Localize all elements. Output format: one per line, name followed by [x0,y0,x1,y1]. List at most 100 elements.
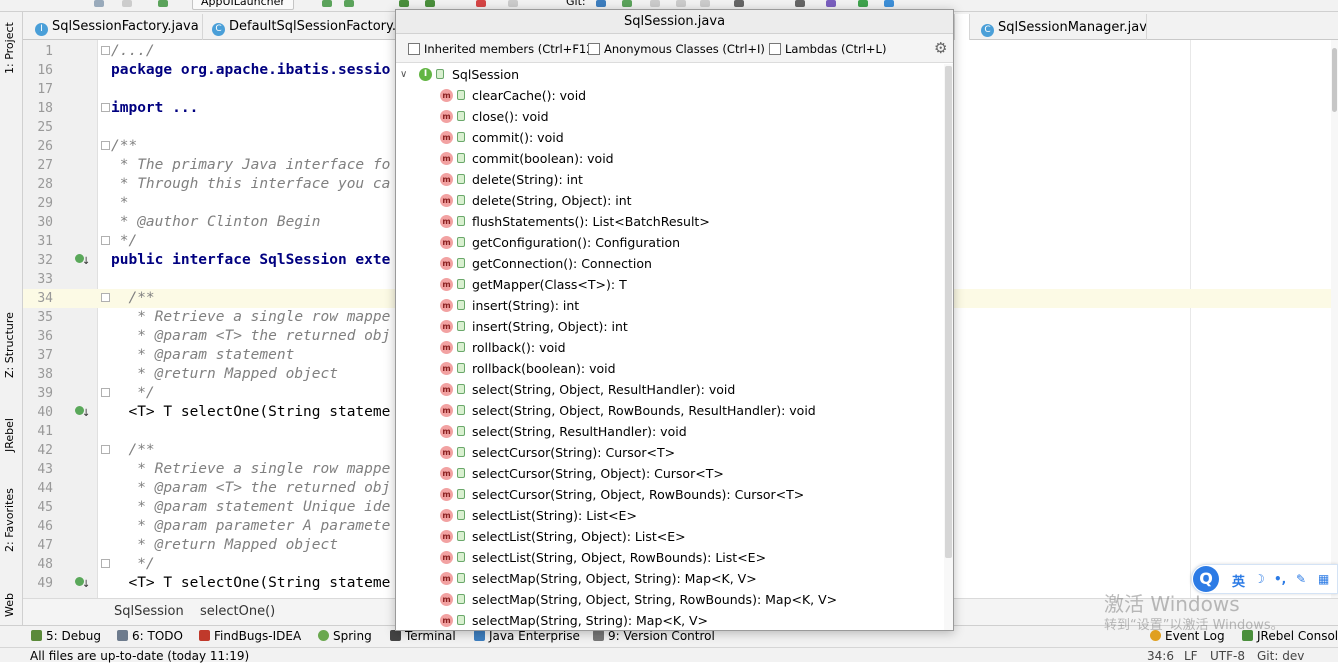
debug-tool-button[interactable]: 5: Debug [31,626,101,647]
tree-method-item[interactable]: m commit(): void [396,127,944,148]
public-access-icon [457,237,465,247]
line-number: 45 [37,500,53,515]
code-text: <T> T selectOne(String stateme [111,575,391,591]
tree-method-item[interactable]: m getConnection(): Connection [396,253,944,274]
tree-method-item[interactable]: m delete(String): int [396,169,944,190]
chevron-down-icon[interactable]: ∨ [400,64,407,85]
tab-sqlsessionfactory[interactable]: I SqlSessionFactory.java [27,14,203,40]
tree-method-item[interactable]: m close(): void [396,106,944,127]
punctuation-icon[interactable]: •, [1274,572,1286,586]
tree-method-item[interactable]: m getConfiguration(): Configuration [396,232,944,253]
breadcrumb-item-method[interactable]: selectOne() [200,599,275,625]
anonymous-classes-checkbox[interactable]: Anonymous Classes (Ctrl+I) [588,42,765,56]
fold-toggle-icon[interactable] [101,445,110,454]
git-history-icon[interactable] [676,0,686,7]
tree-method-item[interactable]: m selectMap(String, Object, String, RowBo… [396,589,944,610]
fold-toggle-icon[interactable] [101,103,110,112]
edit-config-icon[interactable] [734,0,744,7]
tree-method-item[interactable]: m select(String, ResultHandler): void [396,421,944,442]
line-number: 48 [37,557,53,572]
jrebel-debug-icon[interactable] [425,0,435,7]
checkbox-box[interactable] [408,43,420,55]
implemented-method-icon[interactable]: ↓ [75,254,90,267]
checkbox-box[interactable] [769,43,781,55]
scrollbar-thumb[interactable] [1332,48,1337,112]
method-icon: m [440,257,453,270]
fold-toggle-icon[interactable] [101,388,110,397]
coverage-icon[interactable] [508,0,518,7]
public-access-icon [457,363,465,373]
build-icon[interactable] [158,0,168,7]
tree-method-item[interactable]: m selectCursor(String, Object, RowBounds)… [396,484,944,505]
tree-method-item[interactable]: m selectCursor(String, Object): Cursor<T> [396,463,944,484]
scrollbar-thumb[interactable] [945,66,952,558]
editor-scrollbar[interactable] [1331,40,1338,598]
tree-method-item[interactable]: m rollback(): void [396,337,944,358]
moon-icon[interactable]: ☽ [1254,572,1266,586]
run-icon[interactable] [322,0,332,7]
public-access-icon [457,552,465,562]
gear-icon[interactable]: ⚙ [934,39,947,57]
tab-defaultsqlsessionfactory[interactable]: C DefaultSqlSessionFactory.java [204,14,396,40]
git-revert-icon[interactable] [700,0,710,7]
fold-toggle-icon[interactable] [101,141,110,150]
fold-toggle-icon[interactable] [101,559,110,568]
back-icon[interactable] [94,0,104,7]
structure-icon[interactable] [795,0,805,7]
implemented-method-icon[interactable]: ↓ [75,406,90,419]
tree-method-item[interactable]: m rollback(boolean): void [396,358,944,379]
ime-mode[interactable]: 英 [1232,571,1245,590]
fold-toggle-icon[interactable] [101,236,110,245]
line-number: 47 [37,538,53,553]
inherited-members-checkbox[interactable]: Inherited members (Ctrl+F12) [408,42,598,56]
tab-sqlsessionmanager[interactable]: CSqlSessionManager.java× [973,14,1147,40]
spring-tool-button[interactable]: Spring [318,626,372,647]
tab-sqlsession-active[interactable] [954,14,970,40]
git-push-icon[interactable] [650,0,660,7]
tree-method-item[interactable]: m selectMap(String, Object, String): Map<… [396,568,944,589]
tree-method-item[interactable]: m flushStatements(): List<BatchResult> [396,211,944,232]
ime-toolbar[interactable]: Q 英 ☽ •, ✎ ▦ [1191,564,1338,594]
jrebel-run-icon[interactable] [399,0,409,7]
git-update-icon[interactable] [596,0,606,7]
tree-method-item[interactable]: m selectCursor(String): Cursor<T> [396,442,944,463]
checkbox-box[interactable] [588,43,600,55]
line-number: 29 [37,196,53,211]
tree-method-item[interactable]: m selectMap(String, String): Map<K, V> [396,610,944,630]
toolbox-icon[interactable]: ▦ [1318,572,1330,586]
tree-method-item[interactable]: m clearCache(): void [396,85,944,106]
tree-method-item[interactable]: m select(String, Object, RowBounds, Resul… [396,400,944,421]
todo-tool-button[interactable]: 6: TODO [117,626,183,647]
profile-icon[interactable] [826,0,836,7]
tree-root-interface[interactable]: ∨ I SqlSession [396,64,944,85]
findbugs-tool-button[interactable]: FindBugs-IDEA [199,626,301,647]
lambdas-checkbox[interactable]: Lambdas (Ctrl+L) [769,42,886,56]
run-config-select[interactable]: AppUILauncher [192,0,294,10]
git-commit-icon[interactable] [622,0,632,7]
plugin-icon[interactable] [858,0,868,7]
tree-method-item[interactable]: m selectList(String, Object): List<E> [396,526,944,547]
method-signature: getConnection(): Connection [472,256,652,271]
sync-icon[interactable] [884,0,894,7]
tree-method-item[interactable]: m getMapper(Class<T>): T [396,274,944,295]
tree-method-item[interactable]: m insert(String): int [396,295,944,316]
line-number: 46 [37,519,53,534]
method-signature: selectCursor(String, Object, RowBounds):… [472,487,805,502]
popup-scrollbar[interactable] [944,64,953,630]
tree-method-item[interactable]: m insert(String, Object): int [396,316,944,337]
tree-method-item[interactable]: m select(String, Object, ResultHandler): … [396,379,944,400]
tree-method-item[interactable]: m commit(boolean): void [396,148,944,169]
forward-icon[interactable] [122,0,132,7]
fold-toggle-icon[interactable] [101,293,110,302]
tree-method-item[interactable]: m delete(String, Object): int [396,190,944,211]
settings-wrench-icon[interactable]: ✎ [1296,572,1308,586]
tree-method-item[interactable]: m selectList(String): List<E> [396,505,944,526]
stop-icon[interactable] [476,0,486,7]
tree-method-item[interactable]: m selectList(String, Object, RowBounds): … [396,547,944,568]
breadcrumb-item-class[interactable]: SqlSession [114,599,184,625]
code-text: * Through this interface you ca [111,176,391,192]
implemented-method-icon[interactable]: ↓ [75,577,90,590]
debug-icon[interactable] [344,0,354,7]
ime-logo-icon[interactable]: Q [1193,566,1219,592]
fold-toggle-icon[interactable] [101,46,110,55]
